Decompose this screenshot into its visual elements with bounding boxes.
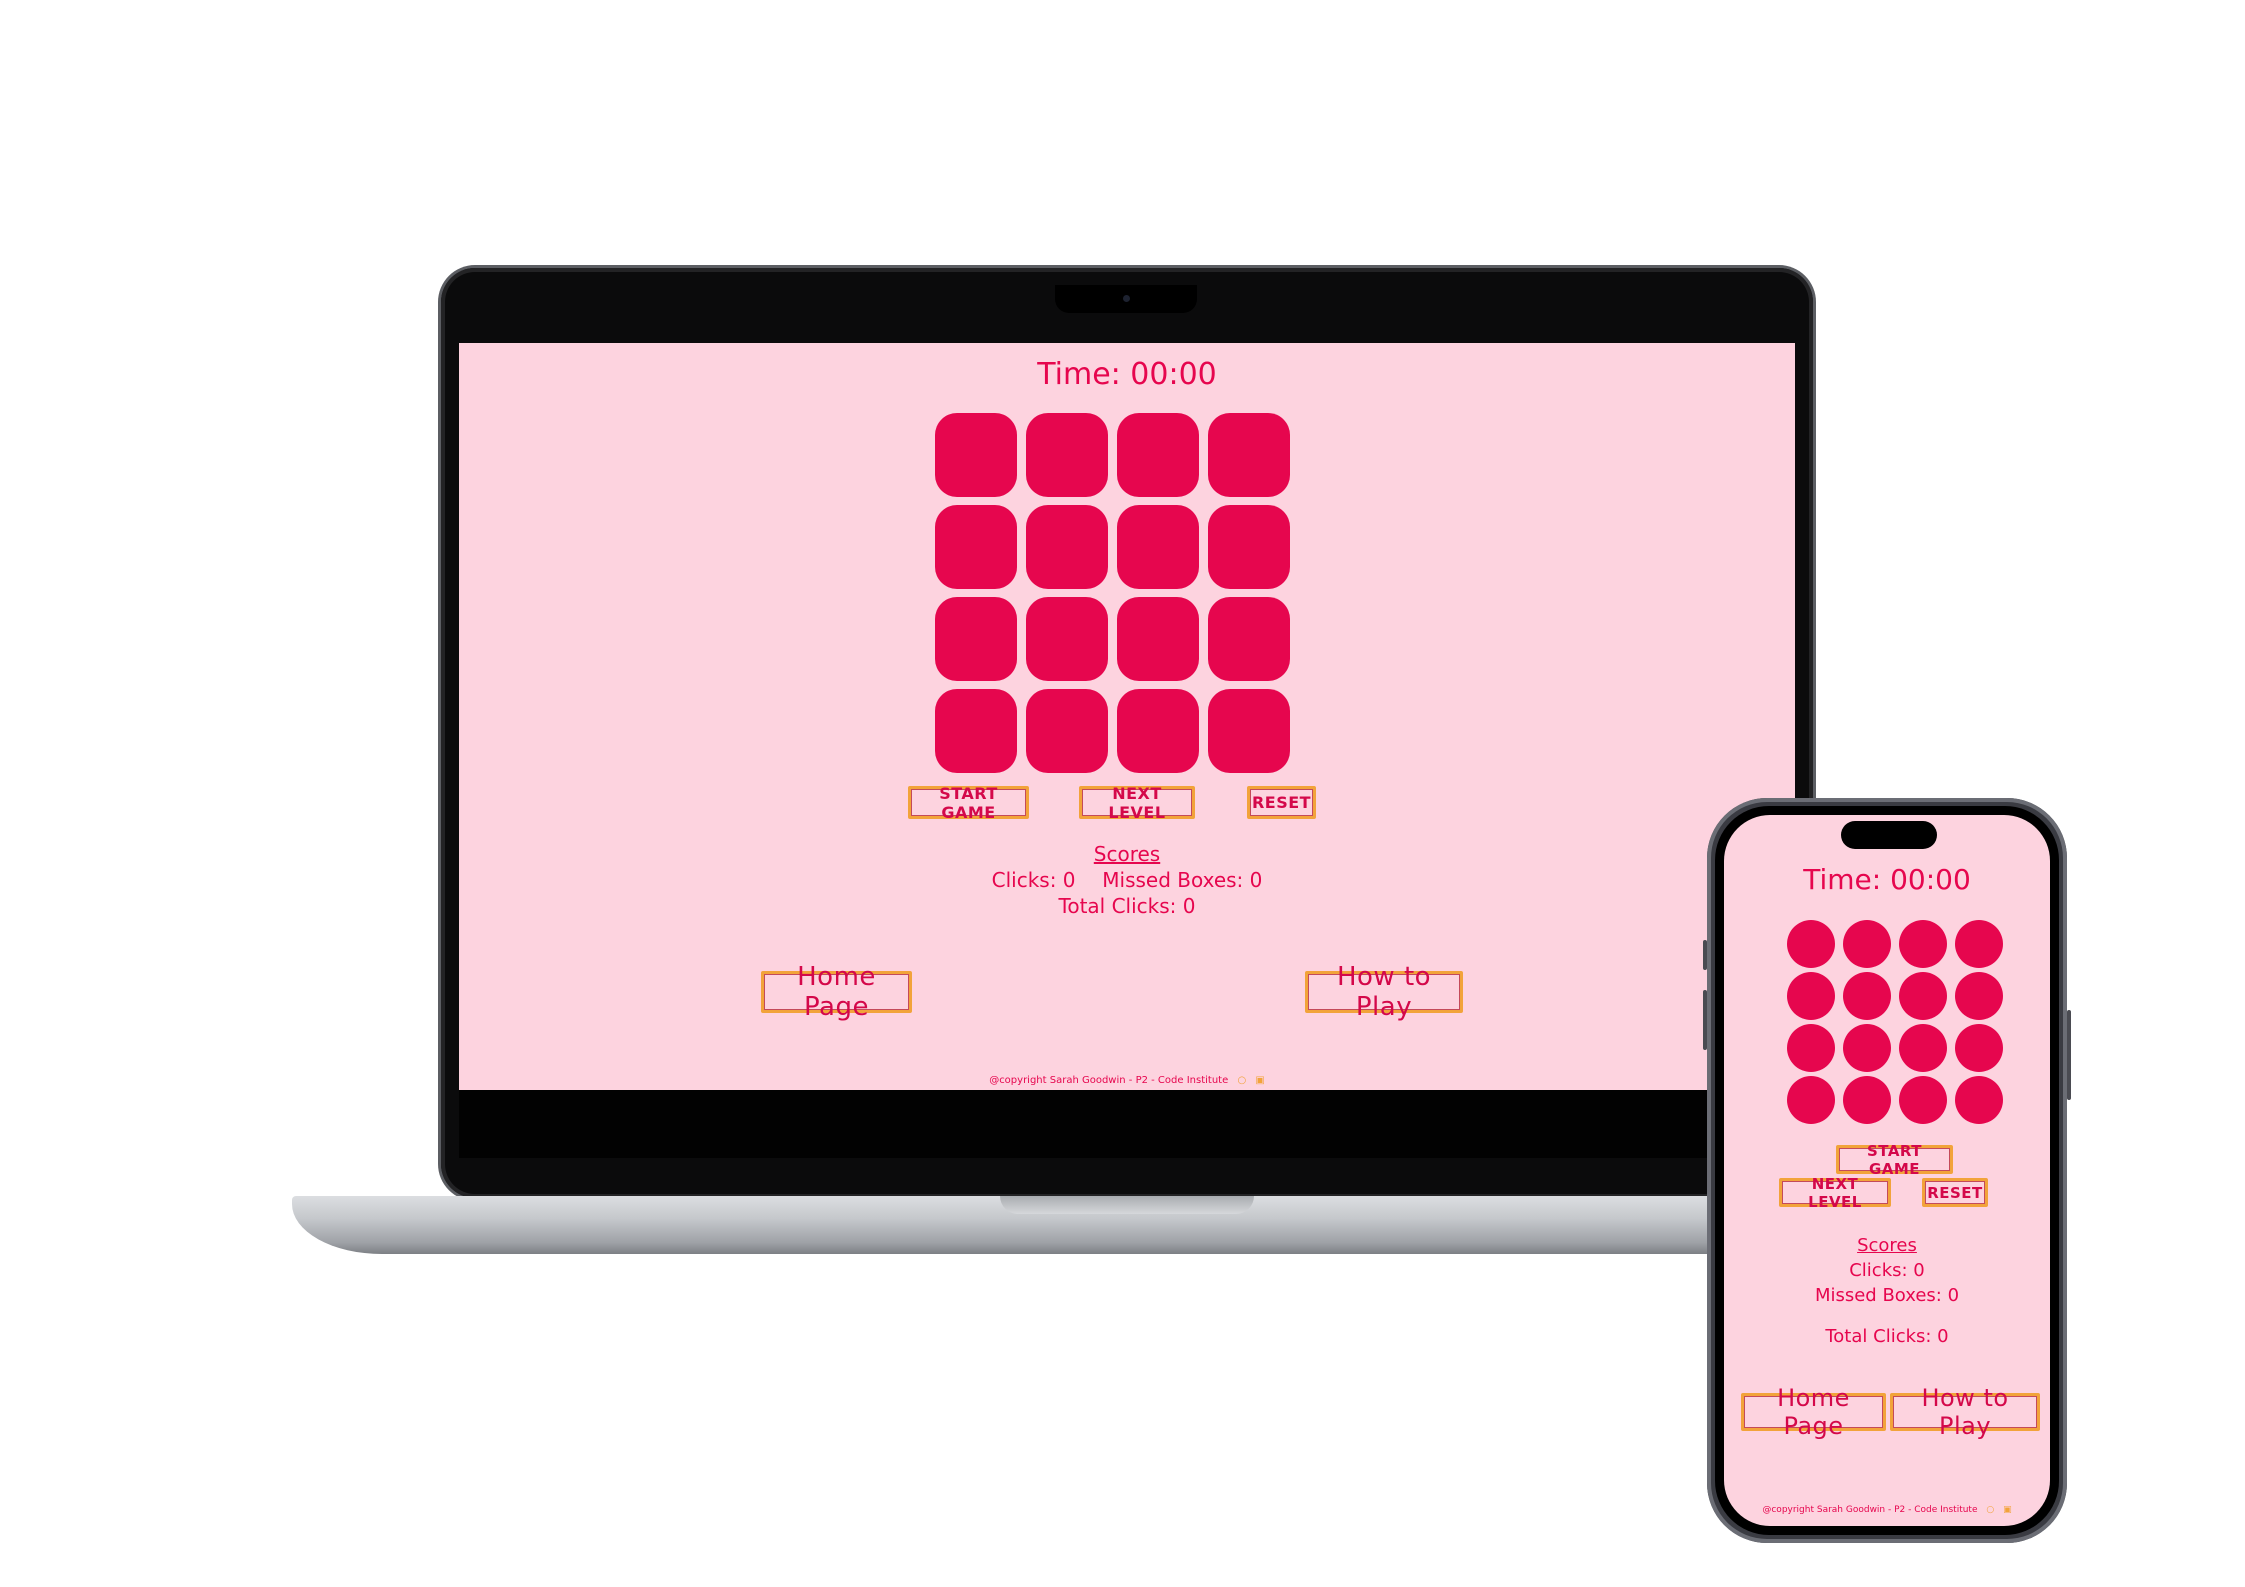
missed-boxes-count: Missed Boxes: 0 xyxy=(1814,1285,1960,1306)
game-box[interactable] xyxy=(935,689,1017,773)
dynamic-island xyxy=(1841,821,1937,849)
game-box[interactable] xyxy=(1843,1076,1891,1124)
home-page-button[interactable]: Home Page xyxy=(1741,1384,1886,1440)
game-box[interactable] xyxy=(1899,1024,1947,1072)
how-to-play-button[interactable]: How to Play xyxy=(1890,1384,2040,1440)
game-box[interactable] xyxy=(1208,689,1290,773)
laptop-trackpad-notch xyxy=(1000,1196,1254,1214)
scores-row: Clicks: 0 Missed Boxes: 0 xyxy=(459,867,1795,893)
game-box[interactable] xyxy=(1026,689,1108,773)
home-page-button[interactable]: Home Page xyxy=(761,962,912,1022)
game-box[interactable] xyxy=(1955,1076,2003,1124)
laptop-bottom-bezel xyxy=(459,1090,1795,1158)
game-grid xyxy=(1787,920,2003,1124)
how-to-play-button[interactable]: How to Play xyxy=(1305,962,1463,1022)
game-box[interactable] xyxy=(1117,413,1199,497)
phone-power-button xyxy=(2067,1010,2071,1100)
game-box[interactable] xyxy=(1843,920,1891,968)
game-box[interactable] xyxy=(1208,505,1290,589)
start-game-button[interactable]: START GAME xyxy=(908,784,1029,822)
game-grid xyxy=(935,413,1290,773)
game-box[interactable] xyxy=(1117,597,1199,681)
total-clicks-count: Total Clicks: 0 xyxy=(1058,894,1196,918)
game-box[interactable] xyxy=(935,505,1017,589)
clicks-count: Clicks: 0 xyxy=(1849,1260,1925,1281)
scores-title: Scores xyxy=(1093,842,1161,866)
game-box[interactable] xyxy=(1955,1024,2003,1072)
next-level-button[interactable]: NEXT LEVEL xyxy=(1079,784,1195,822)
game-box[interactable] xyxy=(1787,1024,1835,1072)
clicks-count: Clicks: 0 xyxy=(991,868,1076,892)
footer: @copyright Sarah Goodwin - P2 - Code Ins… xyxy=(1724,1505,2050,1515)
github-icon[interactable]: ○ xyxy=(1986,1505,1994,1515)
scores-title: Scores xyxy=(1857,1235,1917,1256)
linkedin-icon[interactable]: ▣ xyxy=(1255,1075,1264,1086)
copyright-text: @copyright Sarah Goodwin - P2 - Code Ins… xyxy=(1762,1505,1978,1515)
linkedin-icon[interactable]: ▣ xyxy=(2003,1505,2012,1515)
game-box[interactable] xyxy=(1787,1076,1835,1124)
timer-display: Time: 00:00 xyxy=(1037,357,1217,392)
reset-button[interactable]: RESET xyxy=(1247,786,1316,819)
game-box[interactable] xyxy=(1787,972,1835,1020)
game-box[interactable] xyxy=(935,597,1017,681)
game-box[interactable] xyxy=(1787,920,1835,968)
footer: @copyright Sarah Goodwin - P2 - Code Ins… xyxy=(459,1075,1795,1086)
game-box[interactable] xyxy=(1208,597,1290,681)
scores-panel: Scores Clicks: 0 Missed Boxes: 0 Total C… xyxy=(459,841,1795,919)
scores-panel: Scores Clicks: 0 Missed Boxes: 0 Total C… xyxy=(1724,1233,2050,1349)
game-box[interactable] xyxy=(1026,505,1108,589)
game-box[interactable] xyxy=(1955,972,2003,1020)
camera-icon xyxy=(1123,295,1130,302)
game-box[interactable] xyxy=(935,413,1017,497)
total-clicks-count: Total Clicks: 0 xyxy=(1825,1326,1949,1347)
phone-screen: Time: 00:00 START GAME NEXT LEVEL RESET … xyxy=(1724,815,2050,1526)
game-box[interactable] xyxy=(1955,920,2003,968)
game-box[interactable] xyxy=(1899,920,1947,968)
game-box[interactable] xyxy=(1843,1024,1891,1072)
github-icon[interactable]: ○ xyxy=(1237,1075,1246,1086)
game-box[interactable] xyxy=(1899,1076,1947,1124)
game-box[interactable] xyxy=(1026,597,1108,681)
game-box[interactable] xyxy=(1117,689,1199,773)
reset-button[interactable]: RESET xyxy=(1922,1178,1988,1207)
game-box[interactable] xyxy=(1899,972,1947,1020)
laptop-screen: Time: 00:00 START GAME NEXT LEVEL RESET … xyxy=(459,343,1795,1090)
next-level-button[interactable]: NEXT LEVEL xyxy=(1779,1175,1891,1211)
missed-boxes-count: Missed Boxes: 0 xyxy=(1102,868,1263,892)
start-game-button[interactable]: START GAME xyxy=(1836,1142,1953,1178)
timer-display: Time: 00:00 xyxy=(1803,863,1971,896)
game-box[interactable] xyxy=(1117,505,1199,589)
game-box[interactable] xyxy=(1026,413,1108,497)
game-box[interactable] xyxy=(1208,413,1290,497)
game-box[interactable] xyxy=(1843,972,1891,1020)
copyright-text: @copyright Sarah Goodwin - P2 - Code Ins… xyxy=(989,1075,1229,1086)
